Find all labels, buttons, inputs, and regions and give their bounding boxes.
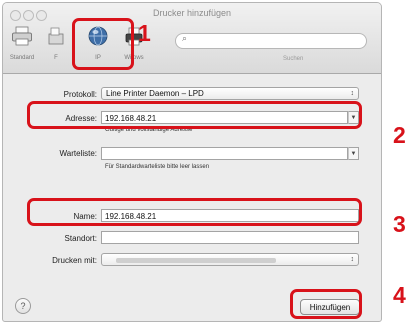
driver-name-blurred: [116, 258, 276, 263]
step-number-1: 1: [138, 20, 151, 46]
step-number-3: 3: [393, 211, 406, 237]
search-input[interactable]: ⌕: [175, 33, 367, 49]
title-bar: Drucker hinzufügen Standard F IP Wi ows …: [3, 3, 381, 74]
callout-add-button: [290, 289, 362, 319]
standort-field[interactable]: [101, 231, 359, 244]
protokoll-label: Protokoll:: [63, 90, 97, 99]
warteliste-hint: Für Standardwarteliste bitte leer lassen: [105, 164, 210, 170]
popup-arrows-icon: ↕: [350, 256, 355, 263]
chevron-down-icon: ▼: [350, 151, 357, 157]
help-icon[interactable]: ?: [15, 298, 31, 314]
protokoll-value: Line Printer Daemon – LPD: [106, 89, 204, 98]
fax-icon: [48, 27, 64, 45]
printer-icon: [12, 26, 32, 46]
drucken-mit-select[interactable]: ↕: [101, 253, 359, 266]
toolbar-standard-label: Standard: [9, 55, 35, 61]
toolbar-standard[interactable]: Standard: [5, 25, 39, 69]
add-printer-window: Drucker hinzufügen Standard F IP Wi ows …: [2, 2, 382, 322]
window-title: Drucker hinzufügen: [152, 8, 232, 18]
search-icon: ⌕: [182, 33, 188, 43]
protokoll-select[interactable]: Line Printer Daemon – LPD ↕: [101, 87, 359, 100]
callout-ip-tab: [72, 18, 134, 70]
toolbar-fax[interactable]: F: [39, 25, 73, 69]
toolbar-fax-label: F: [54, 55, 58, 61]
drucken-mit-label: Drucken mit:: [52, 256, 97, 265]
warteliste-dropdown-button[interactable]: ▼: [348, 147, 359, 160]
callout-name: [27, 198, 362, 226]
warteliste-field[interactable]: [101, 147, 348, 160]
search-label: Suchen: [283, 56, 304, 62]
standort-label: Standort:: [64, 234, 97, 243]
step-number-2: 2: [393, 122, 406, 148]
popup-arrows-icon: ↕: [350, 90, 355, 97]
warteliste-label: Warteliste:: [59, 149, 98, 158]
step-number-4: 4: [393, 282, 406, 308]
callout-adresse: [27, 101, 362, 129]
